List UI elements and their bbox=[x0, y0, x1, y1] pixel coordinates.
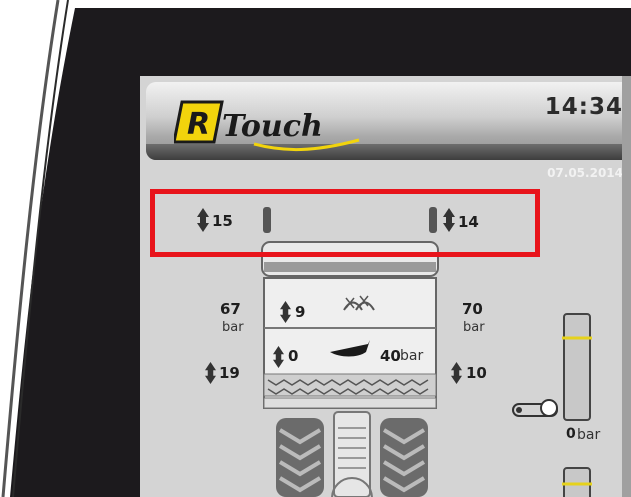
right-wheel-icon bbox=[429, 207, 437, 233]
left-pressure-unit: bar bbox=[222, 320, 244, 335]
left-lower-value: 19 bbox=[219, 364, 240, 382]
right-pressure-unit: bar bbox=[463, 320, 485, 335]
tractor-diagram bbox=[261, 241, 439, 497]
height-adjust-icon bbox=[205, 362, 216, 384]
date: 07.05.2014 bbox=[547, 166, 623, 180]
right-lower-value: 10 bbox=[466, 364, 487, 382]
screen-edge bbox=[622, 76, 631, 497]
row2-pressure-value: 40 bbox=[380, 347, 401, 365]
drive-chain-icon bbox=[512, 399, 558, 417]
height-adjust-icon bbox=[197, 208, 209, 232]
logo-text: Touch bbox=[222, 109, 323, 144]
left-pressure-value: 67 bbox=[220, 300, 241, 318]
drive-pressure-value: 0 bbox=[566, 426, 576, 442]
left-height-value: 15 bbox=[212, 212, 233, 230]
rtouch-logo: R Touch bbox=[174, 100, 360, 152]
row2-pressure-unit: bar bbox=[400, 348, 424, 364]
pressure-gauge bbox=[562, 313, 592, 421]
pressure-gauge-2 bbox=[562, 467, 592, 497]
logo-letter: R bbox=[187, 107, 210, 142]
right-pressure-value: 70 bbox=[462, 300, 483, 318]
left-wheel-icon bbox=[263, 207, 271, 233]
height-adjust-icon bbox=[443, 208, 455, 232]
row2-value: 0 bbox=[288, 347, 299, 365]
height-adjust-icon bbox=[451, 362, 462, 384]
clock: 14:34 bbox=[544, 94, 623, 120]
height-adjust-icon bbox=[280, 301, 291, 323]
row1-value: 9 bbox=[295, 303, 306, 321]
header-bar: R Touch 14:34 bbox=[146, 82, 631, 160]
right-height-value: 14 bbox=[458, 213, 479, 231]
height-adjust-icon bbox=[273, 346, 284, 368]
drive-pressure-unit: bar bbox=[577, 427, 601, 443]
